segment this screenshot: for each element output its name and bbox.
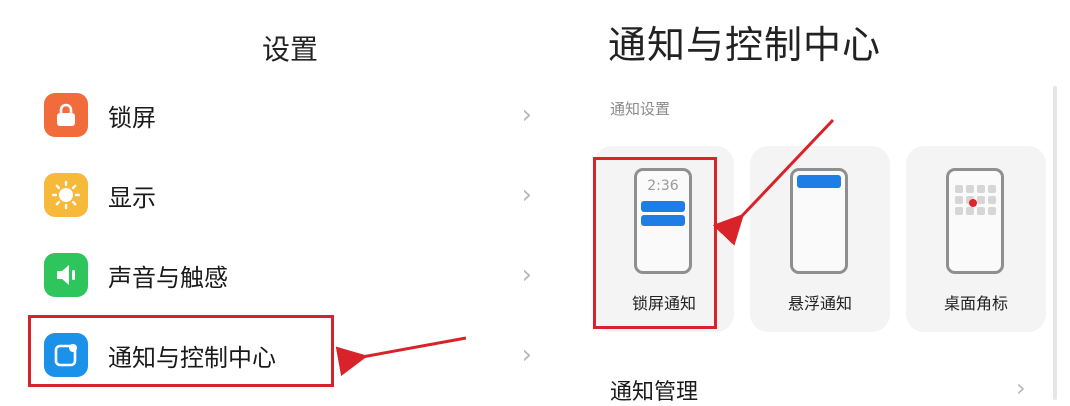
notification-management-item[interactable]: 通知管理: [610, 374, 698, 406]
arrow-annotation-left: [335, 336, 467, 377]
chevron-right-icon: ›: [1016, 374, 1026, 402]
scrollbar[interactable]: [1053, 86, 1057, 400]
arrow-annotation-right: [712, 118, 835, 246]
notification-center-panel: 通知与控制中心 通知设置 2:36 锁屏通知 悬浮通知 桌面角标 通知管理 ›: [580, 0, 1070, 405]
settings-panel: 设置 锁屏 › 显示 › 声音与触感 › 通知与控制中心 ›: [0, 0, 580, 400]
